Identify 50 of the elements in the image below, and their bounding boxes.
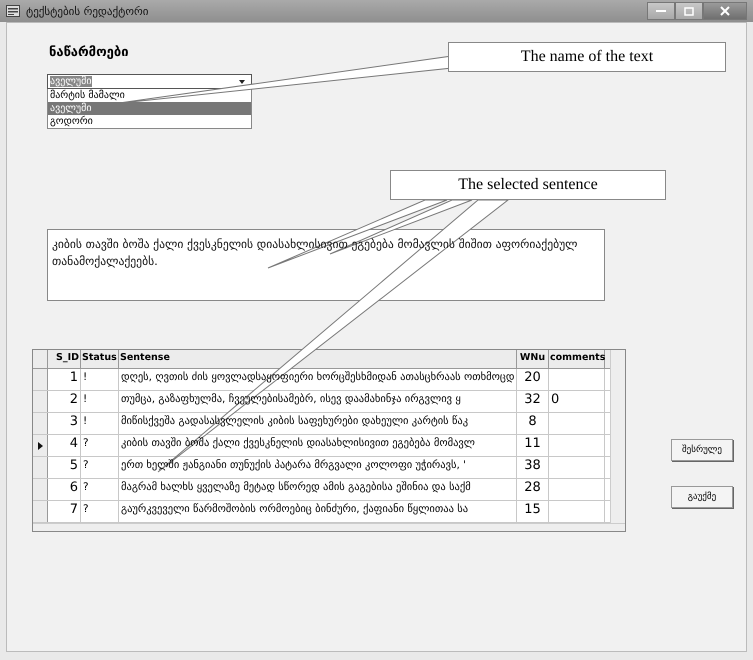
table-cell: 2 bbox=[48, 391, 81, 412]
table-cell: 32 bbox=[517, 391, 549, 412]
row-header[interactable] bbox=[33, 435, 48, 456]
table-cell: 11 bbox=[517, 435, 549, 456]
table-cell: ? bbox=[81, 435, 119, 456]
table-cell: ? bbox=[81, 479, 119, 500]
table-cell: 15 bbox=[517, 501, 549, 522]
table-cell: 28 bbox=[517, 479, 549, 500]
caret-icon bbox=[236, 78, 248, 86]
column-header[interactable]: S_ID bbox=[48, 350, 81, 368]
dropdown[interactable]: აველუმი bbox=[47, 74, 252, 89]
table-cell: ? bbox=[81, 501, 119, 522]
dropdown-option[interactable]: გოდორი bbox=[48, 115, 251, 128]
maximize-icon bbox=[684, 6, 694, 16]
close-icon bbox=[720, 6, 730, 16]
minimize-icon bbox=[656, 9, 666, 13]
table-cell: 6 bbox=[48, 479, 81, 500]
column-header[interactable]: WNu bbox=[517, 350, 549, 368]
maximize-button[interactable] bbox=[675, 2, 703, 20]
dropdown-option[interactable]: მარტის მამალი bbox=[48, 89, 251, 102]
window-title: ტექსტების რედაქტორი bbox=[26, 4, 150, 18]
column-header[interactable]: Status bbox=[81, 350, 119, 368]
current-row-icon bbox=[38, 442, 42, 450]
table-cell: 1 bbox=[48, 369, 81, 390]
table-cell: გაურკვეველი წარმოშობის ორმოებიც ბინძური, ქაფიანი წყლითაა სა bbox=[119, 501, 517, 522]
section-heading: ნაწარმოები bbox=[49, 45, 129, 60]
table-cell: ? bbox=[81, 457, 119, 478]
action-button[interactable]: გაუქმე bbox=[671, 486, 733, 508]
action-button[interactable]: შესრულე bbox=[671, 439, 733, 461]
table-cell: ! bbox=[81, 391, 119, 412]
column-header[interactable]: comments bbox=[549, 350, 605, 368]
vertical-scrollbar[interactable] bbox=[610, 350, 625, 523]
dropdown-option[interactable]: აველუმი bbox=[48, 102, 251, 115]
horizontal-scrollbar[interactable] bbox=[33, 523, 625, 531]
table-cell: 4 bbox=[48, 435, 81, 456]
close-button[interactable] bbox=[703, 2, 747, 20]
callout-label: The selected sentence bbox=[390, 170, 666, 200]
table-cell: 7 bbox=[48, 501, 81, 522]
callout-label: The name of the text bbox=[448, 42, 726, 72]
minimize-button[interactable] bbox=[647, 2, 675, 20]
table-cell: მაგრამ ხალხს ყველაზე მეტად სწორედ ამის გაგებისა ეშინია და საქმ bbox=[119, 479, 517, 500]
table-cell: ! bbox=[81, 413, 119, 434]
table-cell: ! bbox=[81, 369, 119, 390]
table-cell: 20 bbox=[517, 369, 549, 390]
table-cell: 5 bbox=[48, 457, 81, 478]
app-icon bbox=[6, 5, 20, 17]
table-cell: 0 bbox=[549, 391, 605, 412]
table-cell: 38 bbox=[517, 457, 549, 478]
table-cell: 8 bbox=[517, 413, 549, 434]
table-cell: 3 bbox=[48, 413, 81, 434]
